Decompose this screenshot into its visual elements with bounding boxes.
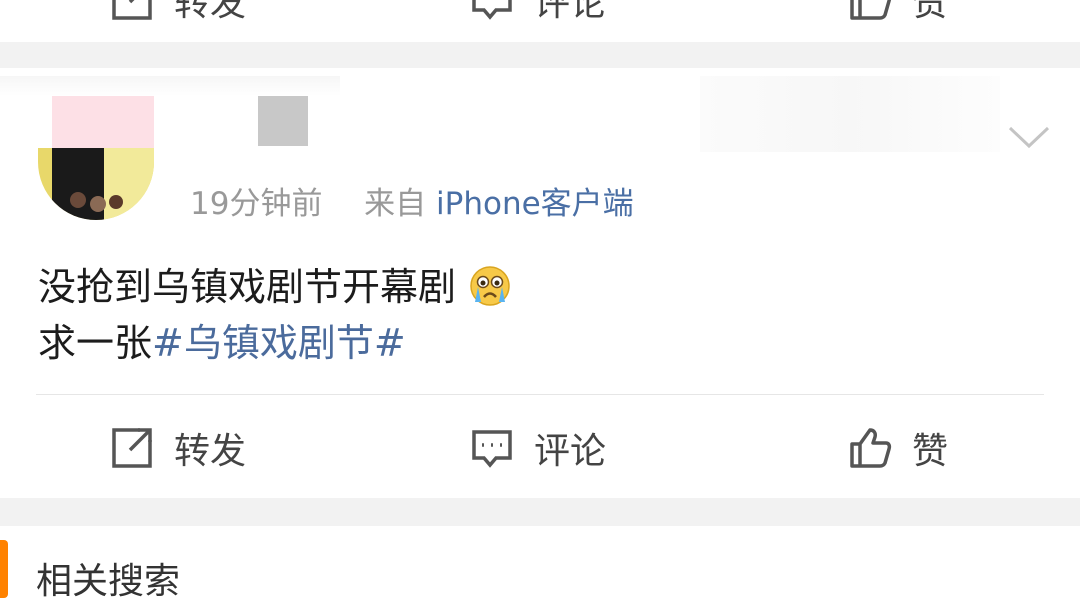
post-time: 19分钟前 (190, 186, 323, 222)
comment-label: 评论 (534, 0, 607, 24)
post-client-link[interactable]: iPhone客户端 (436, 186, 634, 222)
repost-label: 转发 (174, 431, 247, 472)
post-divider (36, 394, 1044, 395)
post-text-line-2: 求一张#乌镇戏剧节# (38, 312, 406, 367)
like-button[interactable]: 赞 (848, 398, 948, 498)
username-redacted (258, 94, 308, 146)
crying-face-icon (468, 264, 512, 308)
comment-icon (470, 426, 514, 470)
header-blur-right (700, 76, 1000, 152)
post-text-line-1: 没抢到乌镇戏剧节开幕剧 (38, 256, 512, 311)
section-accent-bar (0, 540, 8, 598)
avatar[interactable] (38, 96, 154, 220)
repost-icon (110, 426, 154, 470)
comment-icon (470, 0, 514, 22)
chevron-down-icon[interactable] (1008, 126, 1050, 150)
header-blur (0, 76, 340, 96)
repost-button[interactable]: 转发 (110, 0, 246, 50)
comment-button[interactable]: 评论 (470, 0, 606, 50)
post-text-2: 求一张 (38, 321, 153, 365)
comment-label: 评论 (534, 431, 607, 472)
like-label: 赞 (912, 431, 949, 472)
repost-button[interactable]: 转发 (110, 398, 246, 498)
comment-button[interactable]: 评论 (470, 398, 606, 498)
thumbs-up-icon (848, 426, 892, 470)
hashtag-link[interactable]: #乌镇戏剧节# (152, 321, 406, 365)
post-text-1: 没抢到乌镇戏剧节开幕剧 (38, 265, 457, 309)
repost-label: 转发 (174, 0, 247, 24)
repost-icon (110, 0, 154, 22)
thumbs-up-icon (848, 0, 892, 22)
post-meta: 19分钟前 来自 iPhone客户端 (190, 178, 634, 223)
like-label: 赞 (912, 0, 949, 24)
post-action-bar: 转发 评论 赞 (0, 398, 1080, 498)
like-button[interactable]: 赞 (848, 0, 948, 50)
related-search-title: 相关搜索 (36, 561, 181, 602)
post-source-prefix: 来自 (364, 186, 427, 222)
previous-post-action-bar: 转发 评论 赞 (0, 0, 1080, 50)
previous-post-card: 转发 评论 赞 (0, 0, 1080, 42)
